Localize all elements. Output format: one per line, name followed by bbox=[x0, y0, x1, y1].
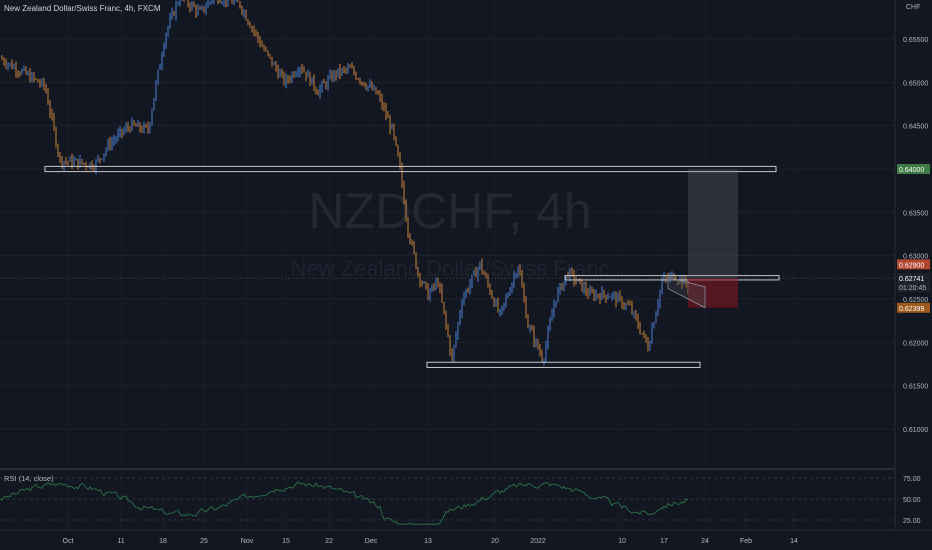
rsi-tick-label: 50.00 bbox=[903, 497, 921, 504]
target-price-badge-text: 0.64000 bbox=[899, 167, 924, 174]
time-tick-label: 17 bbox=[660, 538, 668, 545]
time-tick-label: Dec bbox=[365, 538, 378, 545]
time-tick-label: Oct bbox=[63, 538, 74, 545]
time-tick-label: 15 bbox=[282, 538, 290, 545]
time-tick-label: 24 bbox=[701, 538, 709, 545]
countdown-text: 01:20:45 bbox=[899, 285, 926, 292]
price-tick-label: 0.65500 bbox=[903, 37, 928, 44]
time-tick-label: 25 bbox=[200, 538, 208, 545]
currency-label: CHF bbox=[906, 4, 921, 11]
last-price-text: 0.62741 bbox=[899, 276, 924, 283]
price-tick-label: 0.61000 bbox=[903, 427, 928, 434]
chart-canvas[interactable]: 0.655000.650000.645000.640000.635000.630… bbox=[0, 0, 932, 550]
stop-price-badge-text: 0.62900 bbox=[899, 262, 924, 269]
time-tick-label: 22 bbox=[325, 538, 333, 545]
target-profit-box[interactable] bbox=[688, 169, 738, 279]
entry-price-badge-text: 0.62399 bbox=[899, 306, 924, 313]
watermark-name: New Zealand Dollar/Swiss Franc bbox=[290, 256, 609, 281]
time-tick-label: 13 bbox=[424, 538, 432, 545]
time-tick-label: Nov bbox=[241, 538, 254, 545]
price-tick-label: 0.61500 bbox=[903, 384, 928, 391]
rsi-legend[interactable]: RSI (14, close) bbox=[4, 474, 54, 483]
time-tick-label: 10 bbox=[618, 538, 626, 545]
time-tick-label: 14 bbox=[790, 538, 798, 545]
price-tick-label: 0.63500 bbox=[903, 210, 928, 217]
time-tick-label: 18 bbox=[159, 538, 167, 545]
time-tick-label: 20 bbox=[491, 538, 499, 545]
time-tick-label: Feb bbox=[740, 538, 752, 545]
price-tick-label: 0.65000 bbox=[903, 80, 928, 87]
symbol-legend[interactable]: New Zealand Dollar/Swiss Franc, 4h, FXCM bbox=[4, 4, 161, 13]
rsi-tick-label: 25.00 bbox=[903, 518, 921, 525]
rsi-tick-label: 75.00 bbox=[903, 476, 921, 483]
price-tick-label: 0.64500 bbox=[903, 124, 928, 131]
watermark-ticker: NZDCHF, 4h bbox=[308, 183, 591, 239]
price-tick-label: 0.62000 bbox=[903, 340, 928, 347]
time-tick-label: 11 bbox=[117, 538, 124, 545]
time-tick-label: 2022 bbox=[530, 538, 546, 545]
